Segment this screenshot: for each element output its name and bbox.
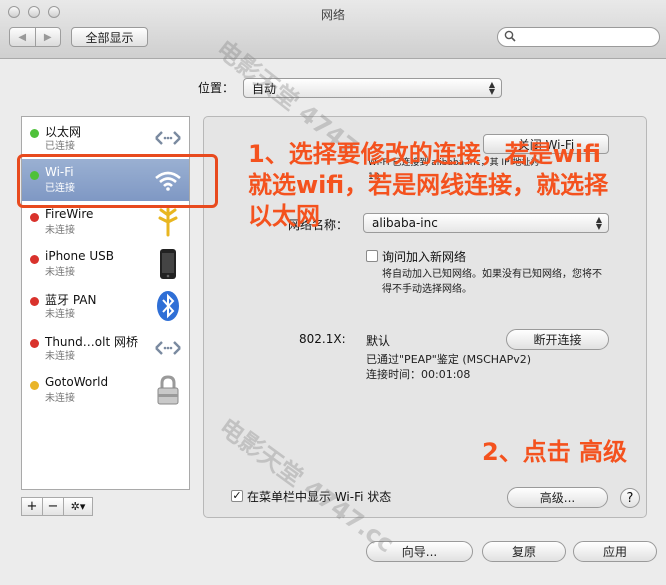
auth-status: 已通过"PEAP"鉴定 (MSCHAPv2): [366, 353, 532, 366]
service-status: 已连接: [45, 141, 75, 152]
window-title: 网络: [320, 8, 345, 22]
popup-arrows-icon: ▲ ▼: [595, 215, 602, 231]
status-dot: [30, 381, 39, 390]
network-name-value: alibaba-inc: [372, 216, 438, 230]
advanced-button[interactable]: 高级...: [507, 487, 608, 508]
forward-icon[interactable]: ▶: [34, 28, 61, 46]
service-status: 未连接: [45, 267, 75, 278]
service-item-gotoworld[interactable]: GotoWorld 未连接: [22, 369, 189, 411]
x8021-label: 802.1X:: [299, 332, 346, 346]
annotation-step1-line2: 就选wifi，若是网线连接，就选择: [248, 171, 609, 199]
apply-button[interactable]: 应用: [573, 541, 657, 562]
network-name-select[interactable]: alibaba-inc ▲ ▼: [363, 213, 609, 233]
status-dot: [30, 297, 39, 306]
status-dot: [30, 129, 39, 138]
lock-icon: [152, 373, 184, 407]
service-item-iphone-usb[interactable]: iPhone USB 未连接: [22, 243, 189, 285]
service-status: 未连接: [45, 351, 75, 362]
back-icon[interactable]: ◀: [10, 28, 35, 46]
connection-time: 连接时间：00:01:08: [366, 368, 471, 381]
popup-arrows-icon: ▲ ▼: [488, 80, 495, 96]
ask-join-desc-2: 得不手动选择网络。: [382, 284, 472, 295]
annotation-step1-line3: 以太网: [248, 202, 320, 230]
search-icon: [504, 30, 516, 45]
location-label: 位置：: [198, 81, 235, 95]
bridge-arrows-icon: [152, 331, 184, 365]
ask-join-label: 询问加入新网络: [382, 250, 467, 264]
ethernet-arrows-icon: [152, 121, 184, 155]
status-dot: [30, 255, 39, 264]
window-titlebar: 网络 ◀ ▶ 全部显示: [0, 0, 666, 59]
show-all-button[interactable]: 全部显示: [71, 27, 148, 47]
ask-join-desc-1: 将自动加入已知网络。如果没有已知网络，您将不: [382, 269, 602, 280]
history-nav: ◀ ▶: [9, 27, 61, 47]
search-input[interactable]: [497, 27, 660, 47]
service-name: FireWire: [45, 207, 94, 221]
annotation-step2: 2、点击 高级: [482, 438, 628, 466]
status-dot: [30, 339, 39, 348]
iphone-icon: [152, 247, 184, 281]
highlight-box: [17, 154, 218, 208]
service-name: GotoWorld: [45, 375, 109, 389]
gear-icon[interactable]: ✲▾: [63, 497, 93, 516]
service-item-ethernet[interactable]: 以太网 已连接: [22, 117, 189, 159]
remove-service-button[interactable]: −: [42, 497, 64, 516]
service-item-thunderbolt-bridge[interactable]: Thund…olt 网桥 未连接: [22, 327, 189, 369]
revert-button[interactable]: 复原: [482, 541, 566, 562]
sidebar-controls: + − ✲▾: [21, 497, 93, 517]
service-item-bluetooth-pan[interactable]: 蓝牙 PAN 未连接: [22, 285, 189, 327]
status-dot: [30, 213, 39, 222]
bluetooth-icon: [152, 289, 184, 323]
firewire-icon: [152, 205, 184, 239]
x8021-value: 默认: [366, 334, 391, 348]
add-service-button[interactable]: +: [21, 497, 43, 516]
service-status: 未连接: [45, 393, 75, 404]
service-name: iPhone USB: [45, 249, 114, 263]
disconnect-button[interactable]: 断开连接: [506, 329, 609, 350]
help-button[interactable]: ?: [620, 488, 640, 508]
service-status: 未连接: [45, 225, 75, 236]
show-status-checkbox[interactable]: ✓: [231, 490, 243, 502]
annotation-step1-line1: 1、选择要修改的连接，若是wifi: [248, 140, 601, 168]
service-status: 未连接: [45, 309, 75, 320]
ask-join-checkbox[interactable]: [366, 250, 378, 262]
